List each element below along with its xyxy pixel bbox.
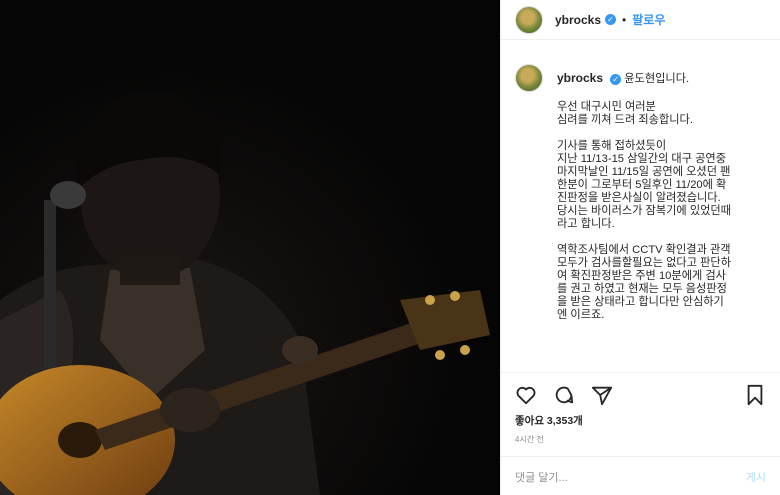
comment-input[interactable]: 댓글 달기... — [515, 469, 746, 485]
separator-dot: • — [622, 12, 627, 27]
caption-paragraph: 기사를 통해 접하셨듯이 지난 11/13-15 삼일간의 대구 공연중 마지막… — [557, 140, 732, 230]
concert-photo-illustration — [0, 0, 500, 495]
caption-header: ybrocks ✓ 윤도현입니다. — [557, 72, 731, 86]
caption-first-line: 윤도현입니다. — [624, 73, 690, 85]
post-actions: 좋아요 3,353개 4시간 전 댓글 달기... 게시 — [501, 372, 780, 495]
post-side-panel: ybrocks ✓ • 팔로우 ybrocks ✓ 윤도현입니다. 우선 대구시… — [500, 0, 780, 495]
avatar[interactable] — [515, 5, 543, 34]
post-header: ybrocks ✓ • 팔로우 — [501, 0, 780, 40]
share-icon[interactable] — [589, 382, 615, 408]
caption-avatar[interactable] — [515, 64, 543, 92]
verified-check-icon: ✓ — [605, 14, 617, 25]
post-comment-button[interactable]: 게시 — [746, 469, 766, 485]
caption: ybrocks ✓ 윤도현입니다. 우선 대구시민 여러분 심려를 끼쳐 드려 … — [557, 58, 731, 335]
caption-paragraph: 우선 대구시민 여러분 심려를 끼쳐 드려 죄송합니다. — [557, 101, 693, 126]
caption-username[interactable]: ybrocks — [557, 71, 603, 85]
post-photo[interactable] — [0, 0, 500, 495]
likes-count[interactable]: 좋아요 3,353개 — [515, 413, 583, 428]
username[interactable]: ybrocks — [555, 13, 601, 27]
action-icons — [513, 381, 768, 409]
heart-icon[interactable] — [513, 382, 539, 408]
comment-icon[interactable] — [551, 382, 577, 408]
bookmark-icon[interactable] — [742, 382, 768, 408]
follow-button[interactable]: 팔로우 — [632, 11, 665, 28]
caption-paragraph: 역학조사팀에서 CCTV 확인결과 관객 모두가 검사를할필요는 없다고 판단하… — [557, 244, 732, 321]
verified-check-icon: ✓ — [610, 73, 622, 85]
post-timestamp[interactable]: 4시간 전 — [515, 434, 544, 445]
comment-box: 댓글 달기... 게시 — [501, 456, 780, 495]
caption-area: ybrocks ✓ 윤도현입니다. 우선 대구시민 여러분 심려를 끼쳐 드려 … — [515, 58, 772, 335]
